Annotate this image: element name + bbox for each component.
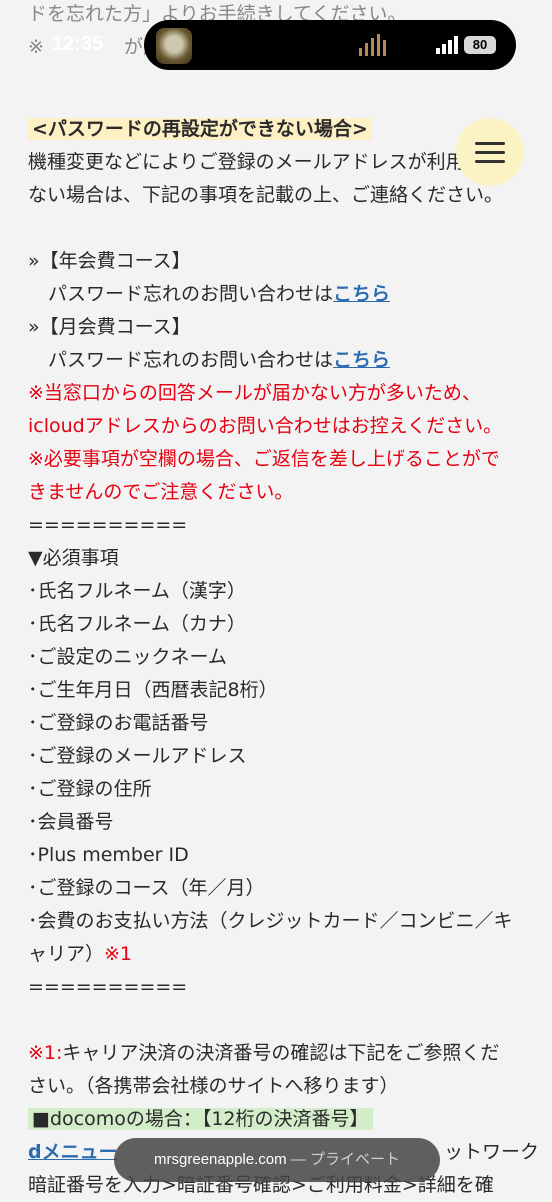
warning-line: icloudアドレスからのお問い合わせはお控えください。 [28, 415, 503, 437]
annual-inquiry-link[interactable]: こちら [333, 283, 390, 305]
status-time: 12:35 [52, 33, 104, 55]
docomo-heading-text: ■docomoの場合：【12桁の決済番号】 [28, 1108, 373, 1130]
note-line: さい。（各携帯会社様のサイトへ移ります） [28, 1075, 399, 1097]
note-text: キャリア決済の決済番号の確認は下記をご参照くだ [62, 1042, 500, 1064]
list-item: ･ご登録の住所 [28, 778, 152, 800]
list-item-text: ャリア） [28, 943, 105, 965]
inquiry-text: パスワード忘れのお問い合わせは [48, 283, 334, 305]
note-line: ※1:キャリア決済の決済番号の確認は下記をご参照くだ [28, 1037, 528, 1070]
page-content: ドを忘れた方」よりお手続きしてください。 ※ が届 確認 い。 <パスワードの再… [28, 0, 539, 1202]
hamburger-menu-icon-line [475, 151, 505, 154]
paragraph-line: 機種変更などによりご登録のメールアドレスが利用でき [28, 151, 503, 173]
list-item: ･ご登録のコース（年／月） [28, 877, 265, 899]
signal-icon [436, 36, 458, 54]
inquiry-line: パスワード忘れのお問い合わせはこちら [28, 344, 528, 377]
warning-line: ※必要事項が空欄の場合、ご返信を差し上げることがで [28, 448, 500, 470]
list-item: ･ご設定のニックネーム [28, 646, 227, 668]
warning-line: きませんのでご注意ください。 [28, 481, 294, 503]
footnote-ref: ※1 [104, 943, 133, 965]
browser-private-mode: プライベート [309, 1151, 400, 1168]
warning-line: ※当窓口からの回答メールが届かない方が多いため、 [28, 382, 481, 404]
separator-line: ========== [28, 976, 188, 998]
dynamic-island [144, 20, 516, 70]
course-label: »【月会費コース】 [28, 316, 191, 338]
dmenu-line-text: ットワーク [444, 1141, 540, 1163]
list-item: ･氏名フルネーム（漢字） [28, 580, 246, 602]
separator-line: ========== [28, 514, 188, 536]
browser-domain: mrsgreenapple.com [154, 1151, 287, 1168]
text-fragment-part: ※ [28, 36, 44, 58]
monthly-inquiry-link[interactable]: こちら [333, 349, 390, 371]
battery-icon: 80 [464, 36, 496, 54]
hamburger-menu-icon [475, 142, 505, 145]
list-item: ･Plus member ID [28, 844, 189, 866]
browser-address-pill[interactable]: mrsgreenapple.com — プライベート [114, 1138, 440, 1182]
list-item: ･ご生年月日（西暦表記8桁） [28, 679, 278, 701]
section-heading-text: <パスワードの再設定ができない場合> [28, 118, 372, 140]
list-item: ･氏名フルネーム（カナ） [28, 613, 246, 635]
docomo-heading: ■docomoの場合：【12桁の決済番号】 [28, 1103, 528, 1136]
list-item: ･ご登録のメールアドレス [28, 745, 247, 767]
course-label: »【年会費コース】 [28, 250, 191, 272]
paragraph-line: ない場合は、下記の事項を記載の上、ご連絡ください。 [28, 184, 504, 206]
note-marker: ※1: [28, 1042, 63, 1064]
section-heading: <パスワードの再設定ができない場合> [28, 113, 528, 146]
list-item: ･会費のお支払い方法（クレジットカード／コンビニ／キ [28, 910, 513, 932]
list-item-continuation: ャリア）※1 [28, 938, 528, 971]
browser-separator: — [286, 1151, 310, 1168]
inquiry-line: パスワード忘れのお問い合わせはこちら [28, 278, 528, 311]
inquiry-text: パスワード忘れのお問い合わせは [48, 349, 334, 371]
list-item: ･会員番号 [28, 811, 114, 833]
dmenu-link[interactable]: dメニュー [28, 1141, 118, 1163]
hamburger-menu-button[interactable] [456, 118, 524, 186]
list-item: ･ご登録のお電話番号 [28, 712, 209, 734]
audio-wave-icon [359, 34, 386, 56]
hamburger-menu-icon-line [475, 160, 505, 163]
required-heading: ▼必須事項 [28, 547, 119, 569]
now-playing-artwork [156, 28, 192, 64]
